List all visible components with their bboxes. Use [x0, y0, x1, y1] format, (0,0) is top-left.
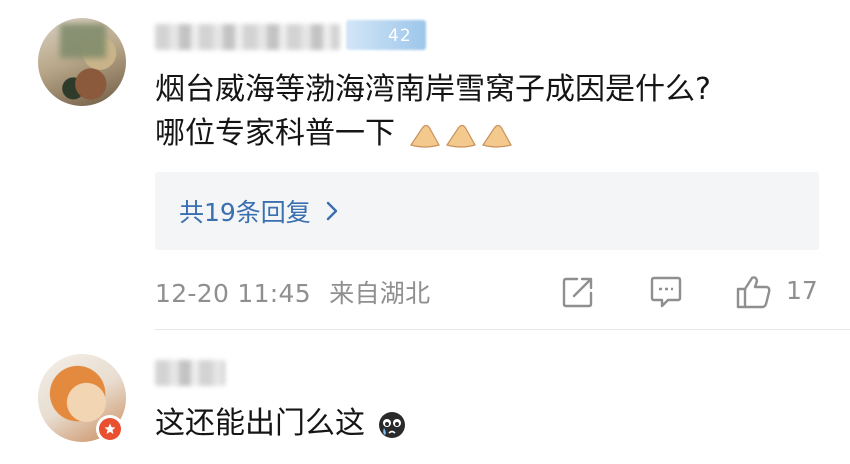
share-icon [562, 277, 593, 308]
verified-badge [96, 415, 124, 443]
username-blurred[interactable] [155, 360, 225, 386]
timestamp: 12-20 11:45 [155, 279, 311, 308]
comment-body: 烟台威海等渤海湾南岸雪窝子成因是什么? 哪位专家科普一下 [155, 68, 825, 156]
username-blurred[interactable] [155, 24, 340, 50]
view-replies-button[interactable]: 共19条回复 [155, 172, 819, 250]
comment-icon [650, 276, 682, 308]
vip-level-text: 42 [388, 26, 412, 46]
avatar[interactable] [38, 18, 126, 106]
comment-line-2: 哪位专家科普一下 [155, 112, 825, 156]
pinched-hands-icon [409, 124, 512, 148]
crying-face-icon [378, 411, 405, 438]
thumbs-up-icon [736, 276, 771, 309]
divider [155, 329, 850, 330]
comment-body: 这还能出门么这 [155, 402, 407, 446]
comment-button[interactable] [648, 274, 684, 310]
comment-text: 这还能出门么这 [155, 406, 365, 441]
chevron-right-icon [325, 200, 339, 222]
location: 来自湖北 [329, 279, 431, 308]
share-button[interactable] [560, 274, 596, 310]
comment-meta: 12-20 11:45 来自湖北 [155, 274, 430, 310]
like-button[interactable] [735, 274, 771, 310]
replies-count-label: 共19条回复 [179, 198, 311, 227]
comment-line-1: 烟台威海等渤海湾南岸雪窝子成因是什么? [155, 72, 711, 107]
vip-level-badge [346, 20, 426, 50]
like-count: 17 [786, 276, 818, 305]
star-icon [104, 423, 116, 434]
comment-thread: 42 烟台威海等渤海湾南岸雪窝子成因是什么? 哪位专家科普一下 共19条回复 1… [0, 0, 850, 464]
avatar-image [60, 24, 106, 58]
comment-line-2-text: 哪位专家科普一下 [155, 116, 395, 151]
